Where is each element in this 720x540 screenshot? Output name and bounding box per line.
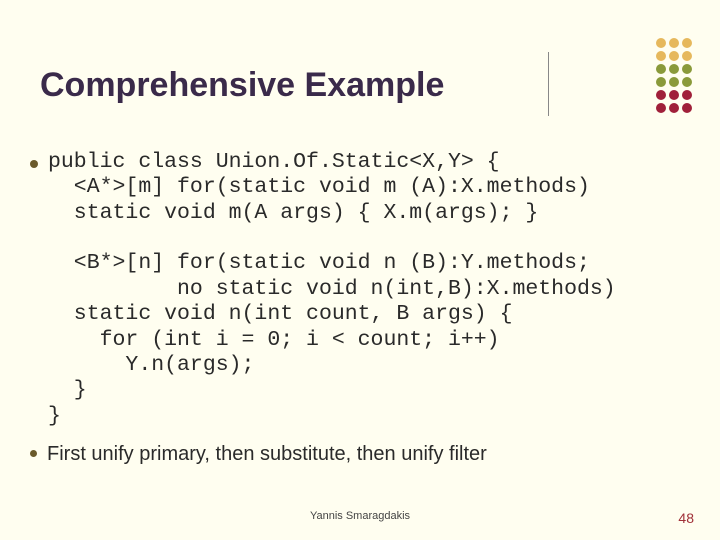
title-divider xyxy=(548,52,549,116)
slide-content: public class Union.Of.Static<X,Y> { <A*>… xyxy=(30,150,690,468)
slide-title: Comprehensive Example xyxy=(40,66,444,105)
code-block: public class Union.Of.Static<X,Y> { <A*>… xyxy=(48,150,616,429)
footer-author: Yannis Smaragdakis xyxy=(0,510,720,522)
decorative-dots xyxy=(656,38,692,113)
footer-page-number: 48 xyxy=(678,510,694,526)
note-text: First unify primary, then substitute, th… xyxy=(47,443,487,466)
bullet-icon xyxy=(30,160,38,168)
bullet-icon xyxy=(30,450,37,457)
